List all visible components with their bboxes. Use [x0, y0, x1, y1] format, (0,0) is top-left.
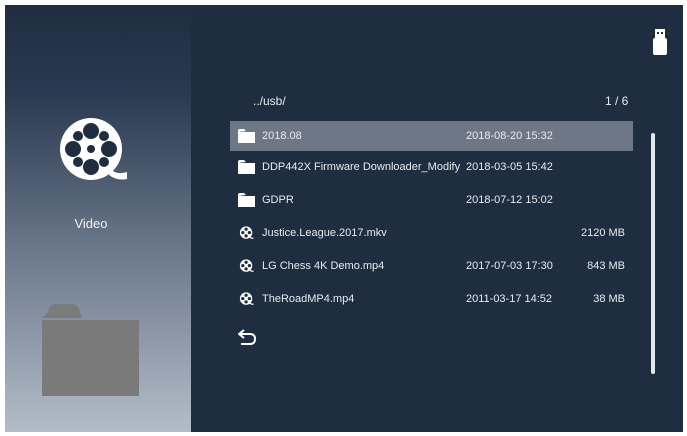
file-name: TheRoadMP4.mp4 [262, 293, 355, 305]
film-reel-icon[interactable] [57, 115, 127, 185]
file-name: DDP442X Firmware Downloader_Modify [262, 161, 461, 173]
file-row[interactable]: TheRoadMP4.mp4 2011-03-17 14:52 38 MB [230, 283, 633, 316]
file-size: 38 MB [593, 293, 625, 305]
film-reel-icon [239, 226, 254, 239]
folder-icon[interactable] [42, 304, 139, 396]
scrollbar[interactable] [651, 133, 655, 374]
folder-icon [238, 129, 255, 143]
file-size: 843 MB [587, 260, 625, 272]
file-size: 2120 MB [580, 227, 625, 239]
file-name: LG Chess 4K Demo.mp4 [262, 260, 385, 272]
file-row[interactable]: Justice.League.2017.mkv 2120 MB [230, 217, 633, 250]
file-date: 2017-07-03 17:30 [466, 260, 553, 272]
file-name: GDPR [262, 194, 294, 206]
file-row[interactable]: GDPR 2018-07-12 15:02 [230, 184, 633, 217]
media-browser-screen: Video ../usb/ 1 / 6 2018.08 2018-08-20 1… [5, 5, 683, 432]
category-sidebar: Video [5, 5, 191, 432]
file-name: Justice.League.2017.mkv [262, 227, 387, 239]
folder-icon [238, 193, 255, 207]
file-date: 2011-03-17 14:52 [466, 293, 553, 305]
file-row[interactable]: LG Chess 4K Demo.mp4 2017-07-03 17:30 84… [230, 250, 633, 283]
file-row[interactable]: DDP442X Firmware Downloader_Modify 2018-… [230, 151, 633, 184]
file-date: 2018-08-20 15:32 [466, 130, 553, 142]
file-name: 2018.08 [262, 130, 302, 142]
category-label: Video [74, 216, 108, 231]
file-date: 2018-03-05 15:42 [466, 161, 553, 173]
current-path: ../usb/ [253, 94, 286, 108]
film-reel-icon [239, 292, 254, 305]
file-list: 2018.08 2018-08-20 15:32 DDP442X Firmwar… [230, 121, 633, 316]
usb-drive-icon [653, 29, 667, 55]
page-counter: 1 / 6 [605, 94, 629, 108]
back-arrow-icon[interactable] [238, 329, 256, 345]
film-reel-icon [239, 259, 254, 272]
file-row[interactable]: 2018.08 2018-08-20 15:32 [230, 121, 633, 151]
file-date: 2018-07-12 15:02 [466, 194, 553, 206]
folder-icon [238, 160, 255, 174]
